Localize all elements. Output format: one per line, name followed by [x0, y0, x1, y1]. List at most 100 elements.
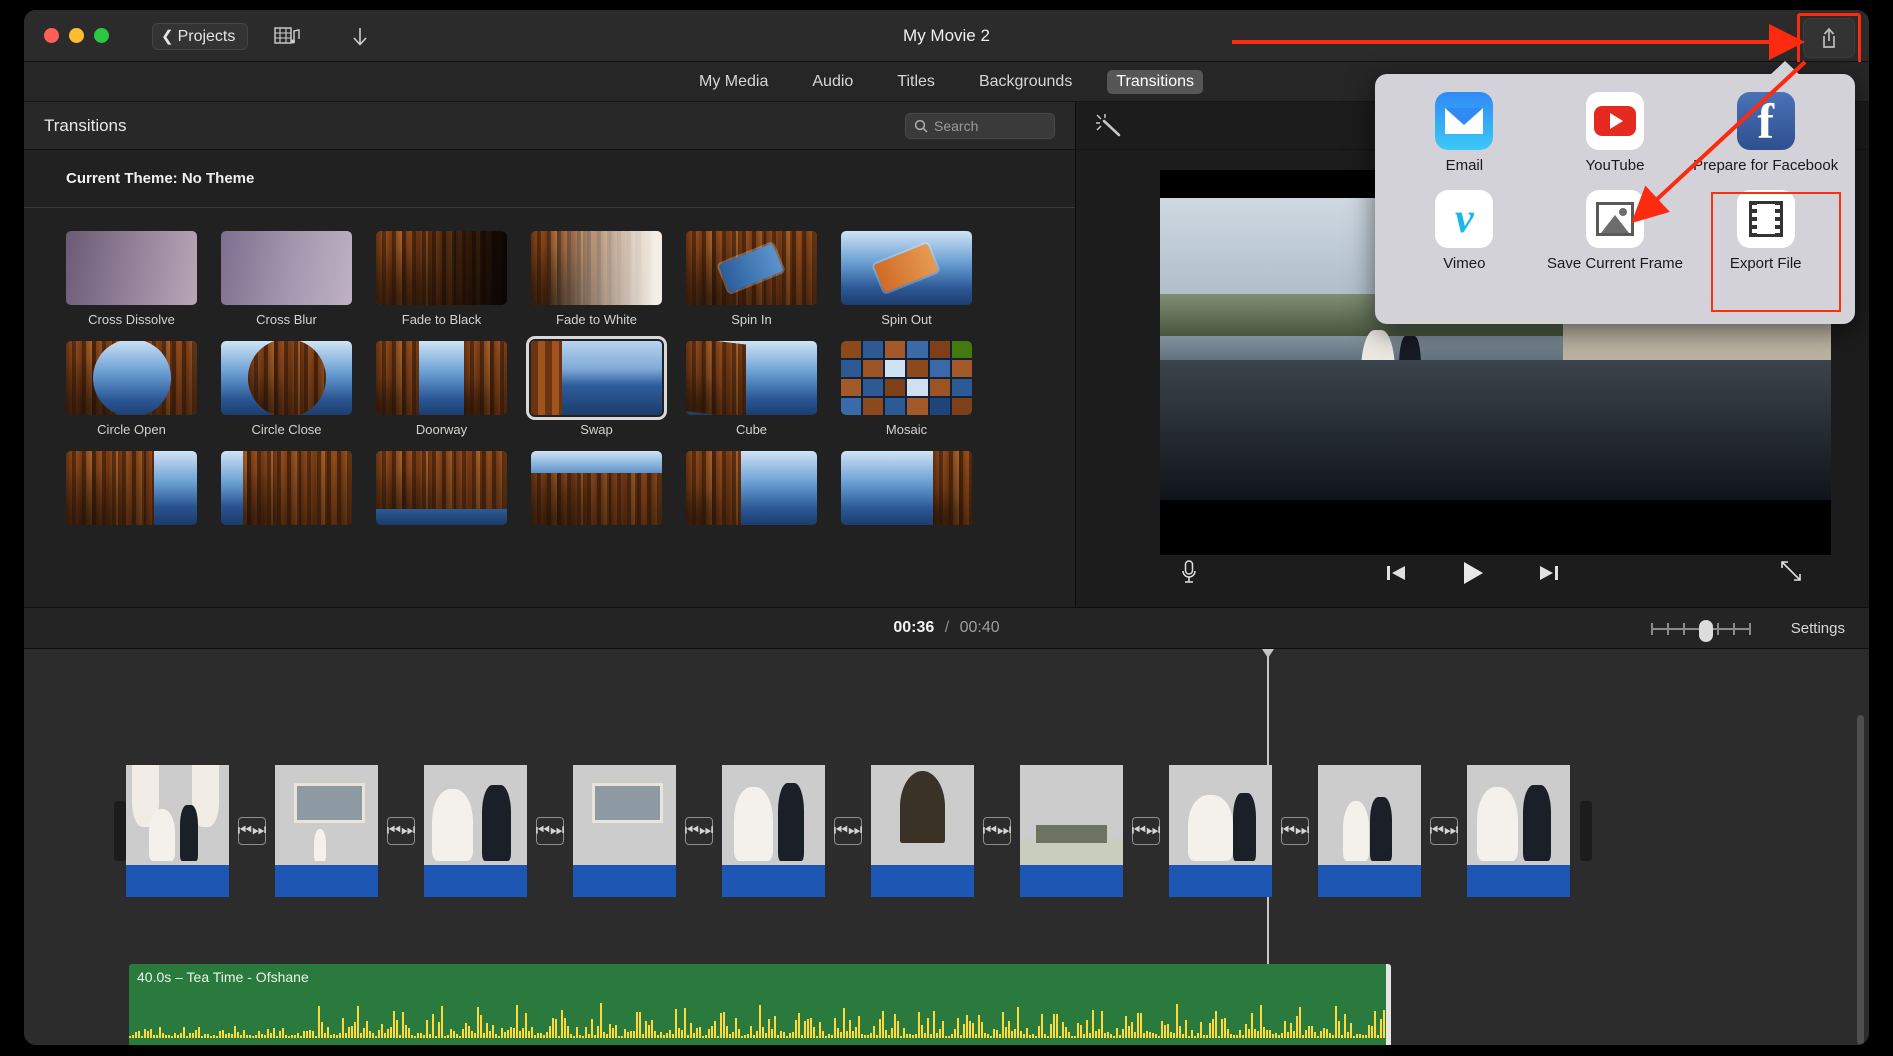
transition-circle-open[interactable]: Circle Open — [66, 341, 197, 437]
share-option-export-file[interactable]: Export File — [1690, 190, 1841, 272]
transition-marker-icon[interactable]: ⏮⏭ — [238, 817, 266, 845]
transition-label: Fade to White — [556, 312, 637, 327]
transition-marker-icon[interactable]: ⏮⏭ — [834, 817, 862, 845]
timeline-clip[interactable] — [424, 765, 527, 897]
transition-row3-5[interactable] — [686, 451, 817, 525]
share-option-save-current-frame[interactable]: Save Current Frame — [1540, 190, 1691, 272]
share-button[interactable] — [1803, 18, 1855, 58]
timeline[interactable]: ⏮⏭ ⏮⏭ ⏮⏭ ⏮⏭ ⏮⏭ ⏮⏭ ⏮⏭ ⏮⏭ ⏮⏭ 40.0s – Tea T… — [24, 649, 1869, 1045]
transition-thumbnail — [526, 336, 667, 420]
tab-backgrounds[interactable]: Backgrounds — [970, 70, 1081, 94]
facebook-icon: f — [1736, 92, 1795, 150]
clip-trim-handle-left[interactable] — [114, 801, 126, 861]
share-option-youtube[interactable]: YouTube — [1540, 92, 1691, 174]
timecode-separator: / — [944, 619, 950, 636]
timeline-clip[interactable] — [1020, 765, 1123, 897]
title-bar: ❮ Projects My Movie 2 — [24, 10, 1869, 65]
transition-thumbnail — [686, 231, 817, 305]
transition-thumbnail — [841, 451, 972, 525]
transition-thumbnail — [531, 451, 662, 525]
timeline-clip[interactable] — [1318, 765, 1421, 897]
skip-to-end-icon[interactable] — [1538, 562, 1560, 589]
audio-clip-end-handle[interactable] — [1386, 964, 1391, 1045]
timecode-display: 00:36 / 00:40 — [24, 619, 1869, 637]
transition-spin-out[interactable]: Spin Out — [841, 231, 972, 327]
transition-label: Cross Dissolve — [88, 312, 175, 327]
transition-label: Mosaic — [885, 422, 928, 437]
clip-color-bar — [722, 865, 825, 897]
transition-cross-dissolve[interactable]: Cross Dissolve — [66, 231, 197, 327]
tab-titles[interactable]: Titles — [888, 70, 944, 94]
share-option-label: Email — [1445, 157, 1484, 174]
transition-row3-6[interactable] — [841, 451, 972, 525]
timeline-zoom-slider[interactable] — [1651, 620, 1751, 642]
timeline-clip[interactable] — [126, 765, 229, 897]
transition-cube[interactable]: Cube — [686, 341, 817, 437]
current-theme-row[interactable]: Current Theme: No Theme — [24, 150, 1075, 208]
timeline-clip[interactable] — [573, 765, 676, 897]
transition-row3-4[interactable] — [531, 451, 662, 525]
transition-circle-close[interactable]: Circle Close — [221, 341, 352, 437]
share-popover: Email YouTube f Prepare for Facebook v V… — [1375, 61, 1855, 324]
transition-marker-icon[interactable]: ⏮⏭ — [536, 817, 564, 845]
clip-trim-handle-right[interactable] — [1580, 801, 1592, 861]
transition-marker-icon[interactable]: ⏮⏭ — [1132, 817, 1160, 845]
skip-to-start-icon[interactable] — [1385, 562, 1407, 589]
transitions-browser: Transitions Search Current Theme: No The… — [24, 102, 1076, 607]
play-icon[interactable] — [1460, 559, 1486, 592]
clip-thumbnail — [722, 765, 825, 865]
transition-label: Swap — [580, 422, 613, 437]
transition-marker-icon[interactable]: ⏮⏭ — [685, 817, 713, 845]
transition-marker-icon[interactable]: ⏮⏭ — [983, 817, 1011, 845]
search-input[interactable]: Search — [905, 112, 1055, 139]
transition-marker-icon[interactable]: ⏮⏭ — [387, 817, 415, 845]
share-option-facebook[interactable]: f Prepare for Facebook — [1690, 92, 1841, 174]
clip-color-bar — [1169, 865, 1272, 897]
imovie-window: ❮ Projects My Movie 2 My Media Audio Tit… — [24, 10, 1869, 1045]
share-option-label: YouTube — [1585, 157, 1645, 174]
transition-row3-3[interactable] — [376, 451, 507, 525]
timeline-vertical-scrollbar[interactable] — [1857, 715, 1864, 1045]
transition-thumbnail — [376, 231, 507, 305]
transition-row3-1[interactable] — [66, 451, 197, 525]
clip-color-bar — [275, 865, 378, 897]
clip-color-bar — [1020, 865, 1123, 897]
transition-thumbnail — [221, 341, 352, 415]
timeline-clip[interactable] — [1467, 765, 1570, 897]
timeline-settings-button[interactable]: Settings — [1791, 620, 1845, 637]
timeline-clip[interactable] — [275, 765, 378, 897]
transition-label: Fade to Black — [401, 312, 482, 327]
transition-marker-icon[interactable]: ⏮⏭ — [1430, 817, 1458, 845]
tab-transitions[interactable]: Transitions — [1107, 69, 1203, 94]
clip-thumbnail — [126, 765, 229, 865]
film-strip-icon — [1736, 190, 1795, 249]
clip-color-bar — [1318, 865, 1421, 897]
transition-row: Cross Dissolve Cross Blur Fade to Black … — [66, 231, 1075, 327]
fullscreen-icon[interactable] — [1779, 559, 1803, 588]
transition-thumbnail — [66, 231, 197, 305]
zoom-slider-knob[interactable] — [1699, 620, 1713, 642]
enhance-wand-icon[interactable] — [1094, 112, 1124, 143]
transition-doorway[interactable]: Doorway — [376, 341, 507, 437]
transition-fade-to-black[interactable]: Fade to Black — [376, 231, 507, 327]
current-theme-label: Current Theme: No Theme — [66, 170, 255, 187]
share-option-email[interactable]: Email — [1389, 92, 1540, 174]
timeline-clip[interactable] — [722, 765, 825, 897]
share-option-vimeo[interactable]: v Vimeo — [1389, 190, 1540, 272]
transition-swap[interactable]: Swap — [526, 336, 667, 437]
clip-color-bar — [871, 865, 974, 897]
tab-my-media[interactable]: My Media — [690, 70, 777, 94]
youtube-icon — [1585, 92, 1644, 150]
tab-audio[interactable]: Audio — [803, 70, 862, 94]
transition-fade-to-white[interactable]: Fade to White — [531, 231, 662, 327]
transition-row3-2[interactable] — [221, 451, 352, 525]
timeline-header: 00:36 / 00:40 Settings — [24, 607, 1869, 649]
transition-label: Cube — [735, 422, 768, 437]
transition-mosaic[interactable]: Mosaic — [841, 341, 972, 437]
transition-cross-blur[interactable]: Cross Blur — [221, 231, 352, 327]
audio-clip[interactable]: 40.0s – Tea Time - Ofshane — [129, 964, 1391, 1045]
transition-spin-in[interactable]: Spin In — [686, 231, 817, 327]
timeline-clip[interactable] — [871, 765, 974, 897]
transition-marker-icon[interactable]: ⏮⏭ — [1281, 817, 1309, 845]
timeline-clip[interactable] — [1169, 765, 1272, 897]
